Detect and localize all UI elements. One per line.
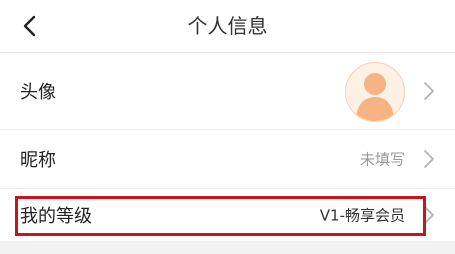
chevron-right-icon [424,82,434,100]
chevron-right-icon [424,206,434,224]
level-value: V1-畅享会员 [319,206,405,225]
level-row[interactable]: 我的等级 V1-畅享会员 [0,189,455,241]
chevron-right-icon [424,150,434,168]
avatar-label: 头像 [20,82,56,103]
level-label: 我的等级 [20,206,92,227]
avatar-row[interactable]: 头像 [0,53,455,130]
section-divider [0,241,455,254]
nav-bar: 个人信息 [0,0,455,53]
nickname-value: 未填写 [359,150,405,169]
nickname-row[interactable]: 昵称 未填写 [0,130,455,189]
default-avatar-icon [356,73,394,121]
profile-page: 个人信息 头像 昵称 未填写 我的等级 V1-畅享会员 [0,0,455,254]
page-title: 个人信息 [187,14,268,38]
avatar[interactable] [345,62,405,122]
nickname-label: 昵称 [20,150,56,171]
